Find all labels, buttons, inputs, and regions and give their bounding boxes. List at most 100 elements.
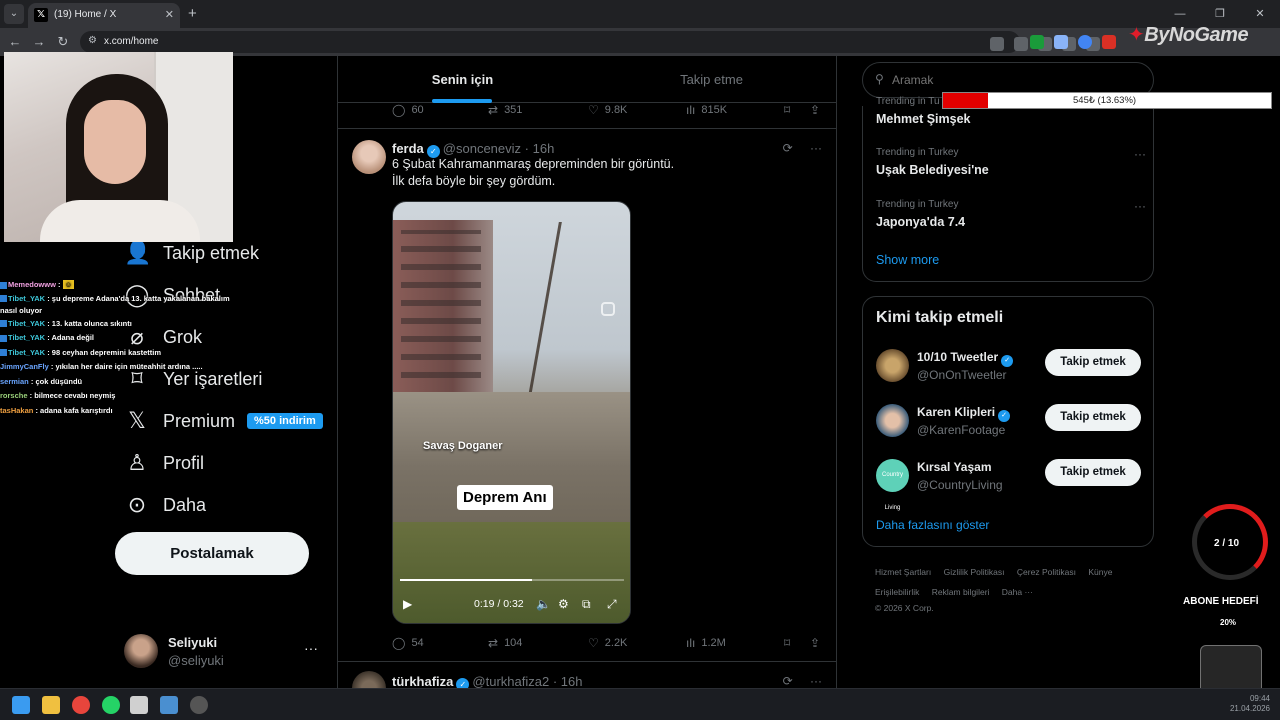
footer-link[interactable]: Künye: [1088, 567, 1112, 577]
bookmark-icon[interactable]: ⌑: [784, 103, 790, 117]
obs-icon[interactable]: [190, 696, 208, 714]
reply-button[interactable]: ◯ 54: [392, 636, 424, 650]
chat-text: Adana değil: [51, 333, 95, 342]
more-circle-icon: ⊙: [127, 492, 147, 517]
search-icon: ⚲: [875, 72, 884, 86]
pip-icon[interactable]: ⧉: [582, 597, 591, 612]
post-button[interactable]: Postalamak: [115, 532, 309, 575]
play-icon[interactable]: ▶: [403, 597, 412, 611]
nav-item-more[interactable]: ⊙ Daha: [124, 490, 206, 520]
grok-explain-icon[interactable]: ⟳: [783, 141, 793, 155]
tweet-author-name[interactable]: ferda: [392, 141, 424, 156]
follow-suggestion[interactable]: Country Living Kırsal Yaşam @CountryLivi…: [876, 457, 1142, 511]
chrome-icon[interactable]: [72, 696, 90, 714]
trend-name: Mehmet Şimşek: [876, 112, 971, 126]
footer-link[interactable]: Daha ···: [1002, 587, 1033, 597]
more-icon[interactable]: ···: [810, 674, 822, 688]
address-bar[interactable]: ⚙ x.com/home: [80, 31, 1100, 53]
who-to-follow-card: Kimi takip etmeli 10/10 Tweetler ✓ @OnOnT…: [862, 296, 1154, 547]
search-input[interactable]: [892, 73, 1132, 87]
chat-text: bilmece cevabı neymiş: [34, 391, 116, 400]
tab-search-button[interactable]: ⌄: [4, 4, 24, 24]
tweet-top-icons: ⟳ ···: [783, 674, 822, 688]
avatar: Country Living: [876, 459, 909, 511]
chat-emote-icon: ☺: [62, 280, 75, 289]
whatsapp-icon[interactable]: [102, 696, 120, 714]
reload-button[interactable]: ↻: [54, 33, 72, 51]
show-more-link[interactable]: Show more: [876, 253, 939, 267]
tweet-author-handle[interactable]: @sonceneviz: [443, 141, 521, 156]
video-progress-bar[interactable]: [400, 579, 624, 581]
new-tab-button[interactable]: +: [188, 5, 197, 22]
forward-button[interactable]: →: [30, 33, 48, 51]
file-explorer-icon[interactable]: [42, 696, 60, 714]
avatar[interactable]: [352, 140, 386, 174]
reply-count: 54: [411, 637, 424, 649]
bookmark-icon[interactable]: ⌑: [784, 636, 790, 650]
footer-link[interactable]: Gizlilik Politikası: [944, 567, 1005, 577]
tab-label: Takip etme: [680, 72, 743, 87]
verified-badge-icon: ✓: [998, 410, 1011, 422]
address-url[interactable]: x.com/home: [104, 36, 158, 47]
chat-username: Tibet_YAK: [8, 333, 46, 342]
windows-start-icon[interactable]: [12, 696, 30, 714]
extension-blue-icon[interactable]: [1054, 35, 1068, 49]
tab-close-icon[interactable]: ✕: [165, 8, 174, 21]
fullscreen-icon[interactable]: ⤢: [607, 597, 617, 612]
system-clock[interactable]: 09:44 21.04.2026: [1230, 694, 1270, 714]
tab-for-you[interactable]: Senin için: [338, 56, 587, 103]
browser-tab-home[interactable]: 𝕏 (19) Home / X ✕: [28, 3, 180, 28]
footer-link[interactable]: Reklam bilgileri: [932, 587, 990, 597]
share-icon[interactable]: ⇪: [810, 636, 820, 650]
settings-icon[interactable]: ⚙: [558, 597, 569, 611]
trend-item[interactable]: Trending in Turkey Uşak Belediyesi'ne ··…: [876, 147, 1146, 177]
back-button[interactable]: ←: [6, 33, 24, 51]
avatar[interactable]: [352, 671, 386, 688]
tweet-author-handle[interactable]: @turkhafiza2: [472, 674, 549, 688]
share-icon[interactable]: ⇪: [810, 103, 820, 117]
photos-icon[interactable]: [160, 696, 178, 714]
repost-button[interactable]: ⇄ 351: [488, 103, 522, 117]
follow-button[interactable]: Takip etmek: [1045, 459, 1141, 486]
trend-item[interactable]: Trending in Turkey Japonya'da 7.4 ···: [876, 199, 1146, 229]
footer-link[interactable]: Çerez Politikası: [1017, 567, 1076, 577]
follow-suggestion[interactable]: 10/10 Tweetler ✓ @OnOnTweetler Takip etme…: [876, 347, 1142, 383]
extension-circle-icon[interactable]: [1078, 35, 1092, 49]
volume-icon[interactable]: 🔈: [536, 597, 551, 611]
footer-link[interactable]: Erişilebilirlik: [875, 587, 919, 597]
footer-link[interactable]: Hizmet Şartları: [875, 567, 931, 577]
tweet-time[interactable]: 16h: [561, 674, 583, 688]
tweet-author-name[interactable]: türkhafiza: [392, 674, 453, 688]
views-count: 1.2M: [701, 637, 726, 649]
more-icon[interactable]: ···: [1134, 199, 1146, 213]
show-more-suggestions-link[interactable]: Daha fazlasını göster: [876, 518, 989, 532]
reply-button[interactable]: ◯ 60: [392, 103, 424, 117]
follow-suggestion[interactable]: Karen Klipleri ✓ @KarenFootage Takip etme…: [876, 402, 1142, 438]
more-icon[interactable]: ···: [1134, 147, 1146, 161]
views-button[interactable]: ılı 815K: [686, 103, 727, 117]
tweet-time[interactable]: 16h: [533, 141, 555, 156]
tweet-video[interactable]: Savaş Doganer Deprem Anı ▶ 0:19 / 0:32 🔈…: [392, 201, 631, 624]
translate-icon[interactable]: [990, 37, 1004, 51]
chat-message: Tibet_YAK : şu depreme Adana'da 13. katt…: [0, 293, 230, 315]
follow-button[interactable]: Takip etmek: [1045, 404, 1141, 431]
repost-button[interactable]: ⇄ 104: [488, 636, 522, 650]
more-icon[interactable]: ···: [810, 141, 822, 155]
like-button[interactable]: ♡ 2.2K: [588, 636, 627, 650]
repost-count: 351: [504, 104, 523, 116]
cast-icon[interactable]: [1014, 37, 1028, 51]
extension-red-icon[interactable]: [1102, 35, 1116, 49]
like-button[interactable]: ♡ 9.8K: [588, 103, 627, 117]
more-icon[interactable]: ···: [304, 640, 318, 656]
chat-badge-icon: [0, 320, 7, 328]
site-info-icon[interactable]: ⚙: [88, 35, 97, 46]
account-switcher[interactable]: Seliyuki @seliyuki ···: [124, 632, 324, 672]
nav-item-profile[interactable]: ♙ Profil: [124, 448, 204, 478]
nav-item-follow[interactable]: 👤 Takip etmek: [124, 238, 259, 268]
grok-explain-icon[interactable]: ⟳: [783, 674, 793, 688]
extension-green-icon[interactable]: [1030, 35, 1044, 49]
follow-button[interactable]: Takip etmek: [1045, 349, 1141, 376]
tab-following[interactable]: Takip etme: [587, 56, 836, 103]
app-icon[interactable]: [130, 696, 148, 714]
views-button[interactable]: ılı 1.2M: [686, 636, 726, 650]
